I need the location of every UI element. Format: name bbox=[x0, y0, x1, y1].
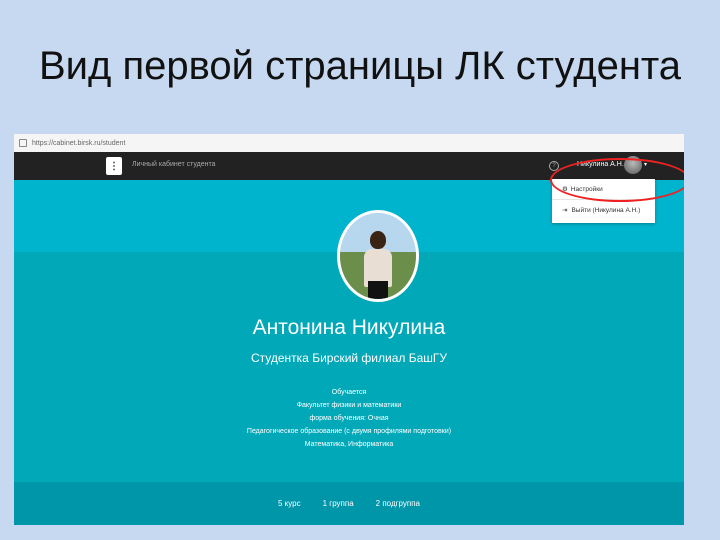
browser-url-bar[interactable]: https://cabinet.birsk.ru/student bbox=[14, 134, 684, 153]
subgroup-label: 2 подгруппа bbox=[375, 499, 421, 508]
group-label: 1 группа bbox=[322, 499, 354, 508]
slide-title: Вид первой страницы ЛК студента bbox=[38, 44, 682, 88]
highlight-oval bbox=[550, 158, 684, 202]
info-line: Педагогическое образование (с двумя проф… bbox=[246, 428, 452, 435]
menu-item-label: Выйти (Никулина А.Н.) bbox=[571, 206, 641, 214]
profile-info: Обучается Факультет физики и математики … bbox=[14, 386, 684, 451]
screenshot-frame: https://cabinet.birsk.ru/student ⋮ Личны… bbox=[14, 134, 684, 525]
profile-subtitle: Студентка Бирский филиал БашГУ bbox=[250, 351, 448, 365]
lock-icon bbox=[19, 139, 27, 147]
menu-item-logout[interactable]: ⇥ Выйти (Никулина А.Н.) bbox=[552, 200, 655, 220]
url-text[interactable]: https://cabinet.birsk.ru/student bbox=[32, 140, 125, 147]
info-line: форма обучения: Очная bbox=[309, 415, 389, 422]
profile-footer: 5 курс 1 группа 2 подгруппа bbox=[14, 482, 684, 525]
profile-photo bbox=[337, 210, 419, 302]
logout-icon: ⇥ bbox=[562, 207, 568, 214]
info-line: Обучается bbox=[331, 389, 367, 396]
info-line: Математика, Информатика bbox=[304, 441, 394, 448]
course-label: 5 курс bbox=[277, 499, 301, 508]
info-line: Факультет физики и математики bbox=[296, 402, 402, 409]
navbar-title[interactable]: Личный кабинет студента bbox=[132, 161, 216, 168]
menu-button[interactable]: ⋮ bbox=[106, 157, 122, 175]
profile-name: Антонина Никулина bbox=[252, 316, 446, 339]
